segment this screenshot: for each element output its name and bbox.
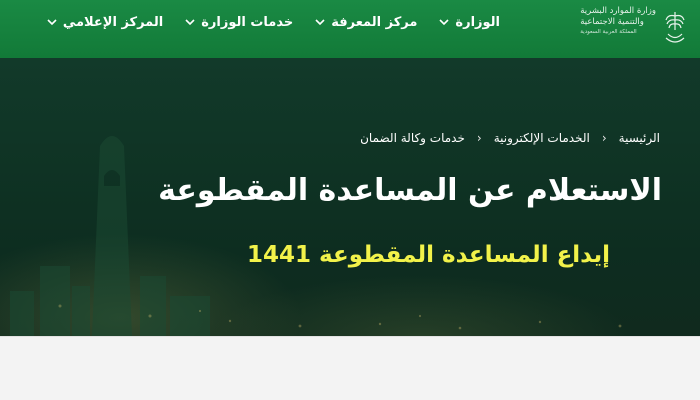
breadcrumb: الرئيسية ‹ الخدمات الإلكترونية ‹ خدمات و… xyxy=(360,131,660,145)
nav-item-media-center[interactable]: المركز الإعلامي xyxy=(47,15,163,30)
chevron-down-icon xyxy=(47,19,57,26)
chevron-left-icon: ‹ xyxy=(601,131,607,145)
breadcrumb-home[interactable]: الرئيسية xyxy=(619,131,660,145)
page-title: الاستعلام عن المساعدة المقطوعة xyxy=(158,173,662,208)
breadcrumb-social-security-services[interactable]: خدمات وكالة الضمان xyxy=(360,131,465,145)
chevron-left-icon: ‹ xyxy=(476,131,482,145)
nav-item-knowledge-center[interactable]: مركز المعرفة xyxy=(315,15,417,30)
hero-banner: الرئيسية ‹ الخدمات الإلكترونية ‹ خدمات و… xyxy=(0,58,700,336)
nav-item-label: مركز المعرفة xyxy=(331,14,418,30)
city-skyline-image xyxy=(10,136,622,336)
logo-line-3: المملكة العربية السعودية xyxy=(580,29,637,35)
content-area xyxy=(0,336,700,400)
chevron-down-icon xyxy=(185,19,195,26)
nav-item-ministry[interactable]: الوزارة xyxy=(439,15,500,30)
breadcrumb-e-services[interactable]: الخدمات الإلكترونية xyxy=(494,131,590,145)
nav-item-label: خدمات الوزارة xyxy=(201,14,294,30)
chevron-down-icon xyxy=(315,19,325,26)
page-subtitle: إيداع المساعدة المقطوعة 1441 xyxy=(247,242,610,268)
nav-item-ministry-services[interactable]: خدمات الوزارة xyxy=(185,15,293,30)
ministry-emblem-icon xyxy=(665,12,685,43)
main-nav: الوزارة مركز المعرفة خدمات الوزارة المرك… xyxy=(47,0,500,44)
nav-item-label: الوزارة xyxy=(455,14,500,30)
ministry-logo[interactable]: وزارة الموارد البشرية والتنمية الاجتماعي… xyxy=(572,6,690,54)
logo-line-1: وزارة الموارد البشرية xyxy=(580,6,656,16)
nav-item-label: المركز الإعلامي xyxy=(62,14,164,30)
chevron-down-icon xyxy=(439,19,449,26)
top-navigation-bar: وزارة الموارد البشرية والتنمية الاجتماعي… xyxy=(0,0,700,58)
logo-line-2: والتنمية الاجتماعية xyxy=(580,17,644,27)
